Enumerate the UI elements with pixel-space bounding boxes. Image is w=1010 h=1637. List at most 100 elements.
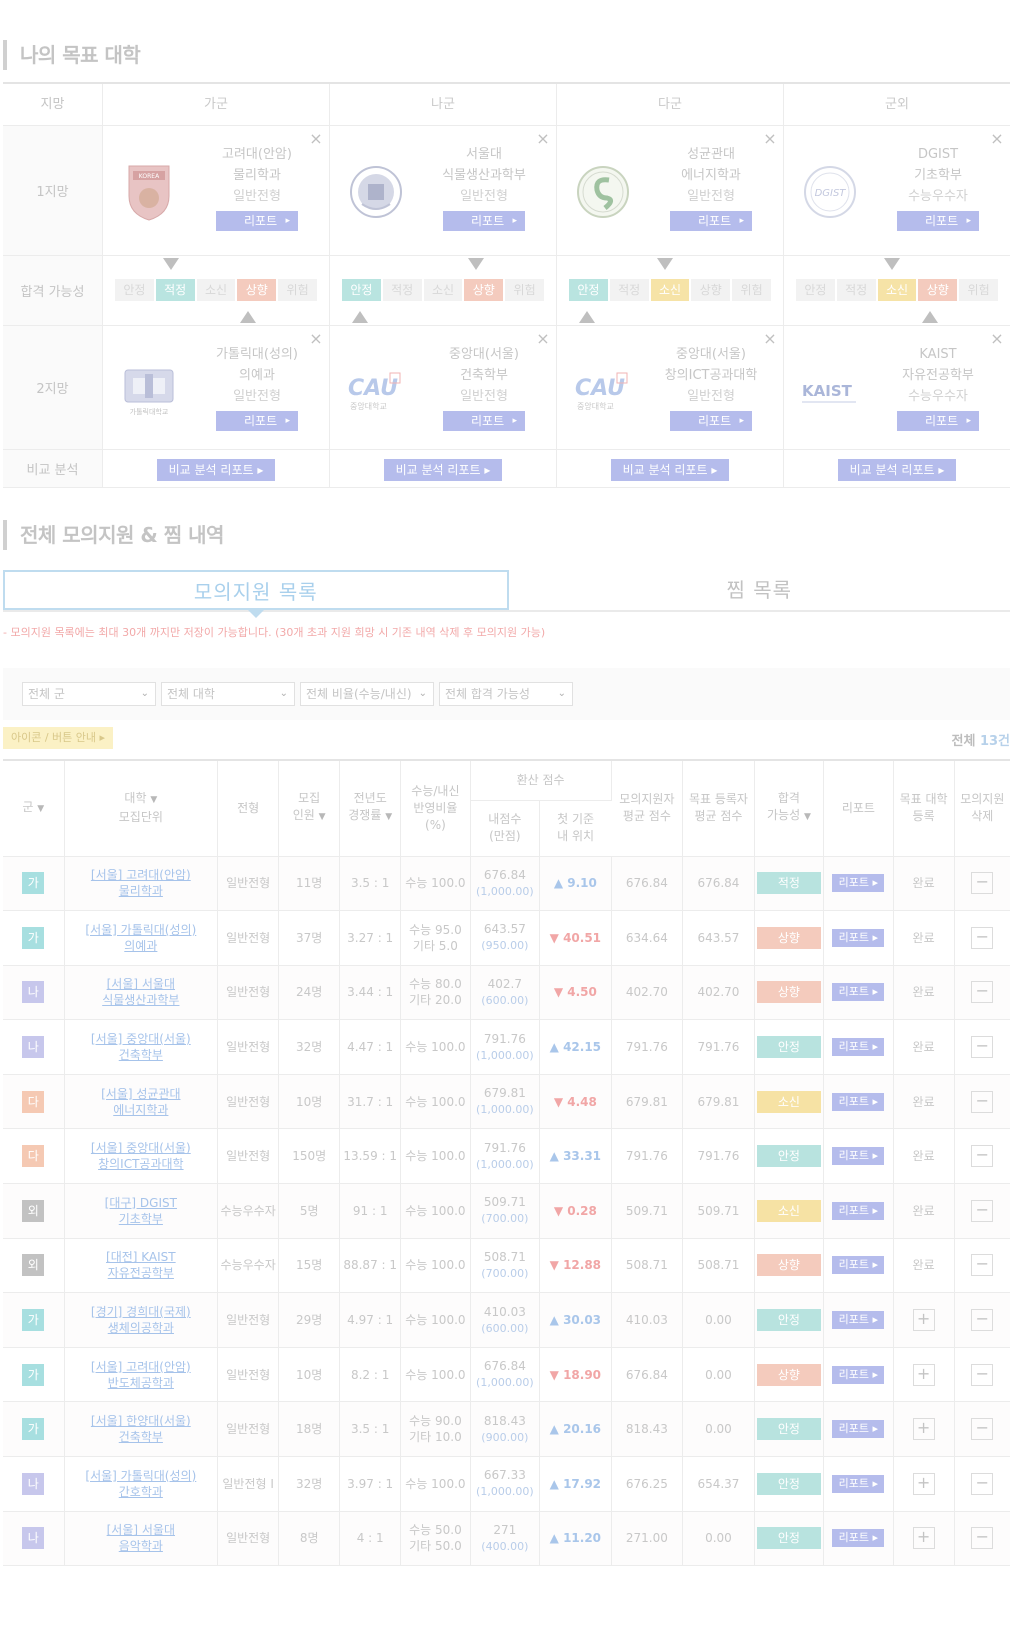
univ-cell[interactable]: [서울] 고려대(안암) 물리학과	[64, 856, 219, 912]
univ-cell[interactable]: [서울] 서울대식물생산과학부	[64, 965, 219, 1021]
add-goal-icon[interactable]: +	[912, 1418, 935, 1441]
report-button[interactable]: 리포트 ▸	[832, 1038, 885, 1057]
univ-link[interactable]: [서울] 한양대(서울)	[91, 1414, 191, 1428]
univ-link[interactable]: [서울] 중앙대(서울)	[91, 1032, 191, 1046]
report-button[interactable]: 리포트 ▸	[670, 211, 752, 231]
minus-icon[interactable]: −	[971, 1036, 994, 1059]
report-button[interactable]: 리포트 ▸	[832, 1092, 885, 1111]
close-icon[interactable]: ×	[536, 331, 550, 347]
compare-report-button[interactable]: 비교 분석 리포트 ▸	[611, 459, 729, 481]
report-button[interactable]: 리포트 ▸	[670, 411, 752, 431]
minus-icon[interactable]: −	[971, 1199, 994, 1222]
col-competition[interactable]: 전년도 경쟁률 ▼	[339, 760, 402, 857]
report-button[interactable]: 리포트 ▸	[216, 211, 298, 231]
icon-guide-button[interactable]: 아이콘 / 버튼 안내 ▸	[3, 727, 114, 749]
report-button[interactable]: 리포트 ▸	[832, 1256, 885, 1275]
minus-icon[interactable]: −	[971, 926, 994, 949]
report-button[interactable]: 리포트 ▸	[832, 1529, 885, 1548]
col-group[interactable]: 군 ▼	[3, 760, 65, 857]
univ-cell[interactable]: [경기] 경희대(국제) 생체의공학과	[64, 1292, 219, 1348]
close-icon[interactable]: ×	[990, 331, 1004, 347]
minus-icon[interactable]: −	[971, 1363, 994, 1386]
close-icon[interactable]: ×	[763, 331, 777, 347]
univ-cell[interactable]: [서울] 중앙대(서울) 창의ICT공과대학	[64, 1128, 219, 1185]
dept-link[interactable]: 의예과	[124, 939, 157, 953]
dept-link[interactable]: 건축학부	[119, 1430, 163, 1444]
dept-link[interactable]: 음악학과	[119, 1539, 163, 1553]
minus-icon[interactable]: −	[971, 872, 994, 895]
univ-link[interactable]: [서울] 성균관대	[101, 1087, 180, 1101]
report-button[interactable]: 리포트 ▸	[832, 1201, 885, 1220]
minus-icon[interactable]: −	[971, 1472, 994, 1495]
report-button[interactable]: 리포트 ▸	[832, 983, 885, 1002]
univ-link[interactable]: [서울] 가톨릭대(성의)	[85, 1469, 196, 1483]
minus-icon[interactable]: −	[971, 1527, 994, 1550]
minus-icon[interactable]: −	[971, 981, 994, 1004]
col-possibility[interactable]: 합격 가능성 ▼	[754, 760, 825, 857]
report-button[interactable]: 리포트 ▸	[832, 1365, 885, 1384]
filter-univ-select[interactable]: 전체 대학 ⌄	[161, 682, 295, 706]
univ-link[interactable]: [서울] 서울대	[107, 1523, 175, 1537]
report-button[interactable]: 리포트 ▸	[443, 411, 525, 431]
tab-mock-list[interactable]: 모의지원 목록	[3, 570, 509, 618]
univ-link[interactable]: [서울] 서울대	[107, 977, 175, 991]
dept-link[interactable]: 생체의공학과	[108, 1321, 174, 1335]
close-icon[interactable]: ×	[536, 131, 550, 147]
univ-cell[interactable]: [대전] KAIST 자유전공학부	[64, 1238, 219, 1294]
compare-report-button[interactable]: 비교 분석 리포트 ▸	[157, 459, 275, 481]
report-button[interactable]: 리포트 ▸	[832, 1147, 885, 1166]
dept-link[interactable]: 건축학부	[119, 1048, 163, 1062]
minus-icon[interactable]: −	[971, 1254, 994, 1277]
col-quota[interactable]: 모집 인원 ▼	[278, 760, 341, 857]
report-button[interactable]: 리포트 ▸	[832, 928, 885, 947]
report-button[interactable]: 리포트 ▸	[897, 411, 979, 431]
add-goal-icon[interactable]: +	[912, 1527, 935, 1550]
dept-link[interactable]: 물리학과	[119, 884, 163, 898]
dept-link[interactable]: 간호학과	[119, 1485, 163, 1499]
compare-report-button[interactable]: 비교 분석 리포트 ▸	[384, 459, 502, 481]
add-goal-icon[interactable]: +	[912, 1363, 935, 1386]
report-button[interactable]: 리포트 ▸	[443, 211, 525, 231]
minus-icon[interactable]: −	[971, 1418, 994, 1441]
univ-cell[interactable]: [서울] 가톨릭대(성의) 간호학과	[64, 1456, 219, 1512]
univ-cell[interactable]: [서울] 한양대(서울) 건축학부	[64, 1401, 219, 1458]
dept-link[interactable]: 자유전공학부	[108, 1266, 174, 1280]
add-goal-icon[interactable]: +	[912, 1309, 935, 1332]
dept-link[interactable]: 반도체공학과	[108, 1376, 174, 1390]
dept-link[interactable]: 기초학부	[119, 1212, 163, 1226]
univ-cell[interactable]: [서울] 가톨릭대(성의) 의예과	[64, 910, 219, 966]
report-button[interactable]: 리포트 ▸	[832, 874, 885, 893]
univ-cell[interactable]: [서울] 성균관대에너지학과	[64, 1074, 219, 1130]
report-button[interactable]: 리포트 ▸	[832, 1474, 885, 1493]
compare-report-button[interactable]: 비교 분석 리포트 ▸	[838, 459, 956, 481]
univ-link[interactable]: [서울] 고려대(안암)	[91, 1360, 191, 1374]
minus-icon[interactable]: −	[971, 1090, 994, 1113]
tab-favorite-list[interactable]: 찜 목록	[509, 570, 1010, 610]
univ-link[interactable]: [서울] 가톨릭대(성의)	[85, 923, 196, 937]
univ-link[interactable]: [경기] 경희대(국제)	[91, 1305, 191, 1319]
report-button[interactable]: 리포트 ▸	[897, 211, 979, 231]
minus-icon[interactable]: −	[971, 1145, 994, 1168]
close-icon[interactable]: ×	[763, 131, 777, 147]
minus-icon[interactable]: −	[971, 1309, 994, 1332]
col-univ[interactable]: 대학 ▼ 모집단위	[64, 760, 219, 857]
dept-link[interactable]: 식물생산과학부	[102, 993, 179, 1007]
univ-link[interactable]: [대전] KAIST	[106, 1250, 176, 1264]
close-icon[interactable]: ×	[309, 331, 323, 347]
report-button[interactable]: 리포트 ▸	[832, 1420, 885, 1439]
report-button[interactable]: 리포트 ▸	[216, 411, 298, 431]
univ-link[interactable]: [서울] 중앙대(서울)	[91, 1141, 191, 1155]
report-button[interactable]: 리포트 ▸	[832, 1311, 885, 1330]
univ-link[interactable]: [대구] DGIST	[105, 1196, 177, 1210]
filter-possibility-select[interactable]: 전체 합격 가능성 ⌄	[439, 682, 573, 706]
univ-cell[interactable]: [서울] 서울대음악학과	[64, 1511, 219, 1567]
filter-group-select[interactable]: 전체 군 ⌄	[22, 682, 156, 706]
add-goal-icon[interactable]: +	[912, 1472, 935, 1495]
univ-cell[interactable]: [대구] DGIST 기초학부	[64, 1183, 219, 1239]
dept-link[interactable]: 창의ICT공과대학	[98, 1157, 184, 1171]
univ-cell[interactable]: [서울] 고려대(안암) 반도체공학과	[64, 1347, 219, 1403]
dept-link[interactable]: 에너지학과	[113, 1103, 168, 1117]
close-icon[interactable]: ×	[990, 131, 1004, 147]
close-icon[interactable]: ×	[309, 131, 323, 147]
univ-cell[interactable]: [서울] 중앙대(서울) 건축학부	[64, 1019, 219, 1075]
